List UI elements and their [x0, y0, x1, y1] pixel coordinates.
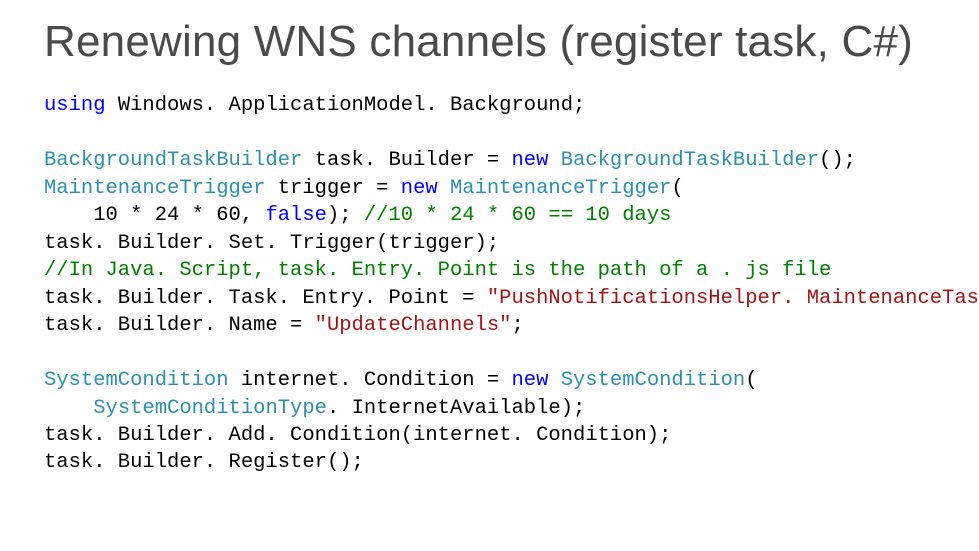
- code-text: ();: [819, 149, 856, 172]
- string-literal: "UpdateChannels": [315, 314, 512, 337]
- code-text: trigger =: [265, 177, 400, 200]
- comment: //10 * 24 * 60 == 10 days: [364, 204, 672, 227]
- code-text: . InternetAvailable);: [327, 397, 585, 420]
- type-systemcondition-1: SystemCondition: [44, 369, 229, 392]
- type-bgtaskbuilder-1: BackgroundTaskBuilder: [44, 149, 302, 172]
- kw-using: using: [44, 94, 106, 117]
- kw-false: false: [265, 204, 327, 227]
- code-text: [438, 177, 450, 200]
- code-text: task. Builder. Add. Condition(internet. …: [44, 424, 671, 447]
- slide-root: Renewing WNS channels (register task, C#…: [0, 0, 979, 551]
- type-systemcondition-2: SystemCondition: [561, 369, 746, 392]
- type-maintenancetrigger-2: MaintenanceTrigger: [450, 177, 671, 200]
- code-text: task. Builder. Set. Trigger(trigger);: [44, 232, 499, 255]
- string-literal: "PushNotificationsHelper. MaintenanceTas…: [487, 287, 979, 310]
- type-maintenancetrigger-1: MaintenanceTrigger: [44, 177, 265, 200]
- code-text: task. Builder. Task. Entry. Point =: [44, 287, 487, 310]
- code-text: [548, 149, 560, 172]
- code-text: (: [745, 369, 757, 392]
- code-text: internet. Condition =: [229, 369, 512, 392]
- kw-new: new: [511, 369, 548, 392]
- page-title: Renewing WNS channels (register task, C#…: [44, 18, 943, 66]
- code-text: Windows. ApplicationModel. Background;: [106, 94, 586, 117]
- code-text: ;: [512, 314, 524, 337]
- code-block: using Windows. ApplicationModel. Backgro…: [44, 92, 943, 477]
- code-text: );: [327, 204, 364, 227]
- type-systemconditiontype: SystemConditionType: [93, 397, 327, 420]
- code-text: [44, 397, 93, 420]
- code-text: task. Builder. Register();: [44, 451, 364, 474]
- code-text: (: [671, 177, 683, 200]
- kw-new: new: [401, 177, 438, 200]
- type-bgtaskbuilder-2: BackgroundTaskBuilder: [561, 149, 819, 172]
- comment: //In Java. Script, task. Entry. Point is…: [44, 259, 831, 282]
- code-text: 10 * 24 * 60,: [44, 204, 265, 227]
- code-text: task. Builder =: [302, 149, 511, 172]
- kw-new: new: [511, 149, 548, 172]
- code-text: task. Builder. Name =: [44, 314, 315, 337]
- code-text: [548, 369, 560, 392]
